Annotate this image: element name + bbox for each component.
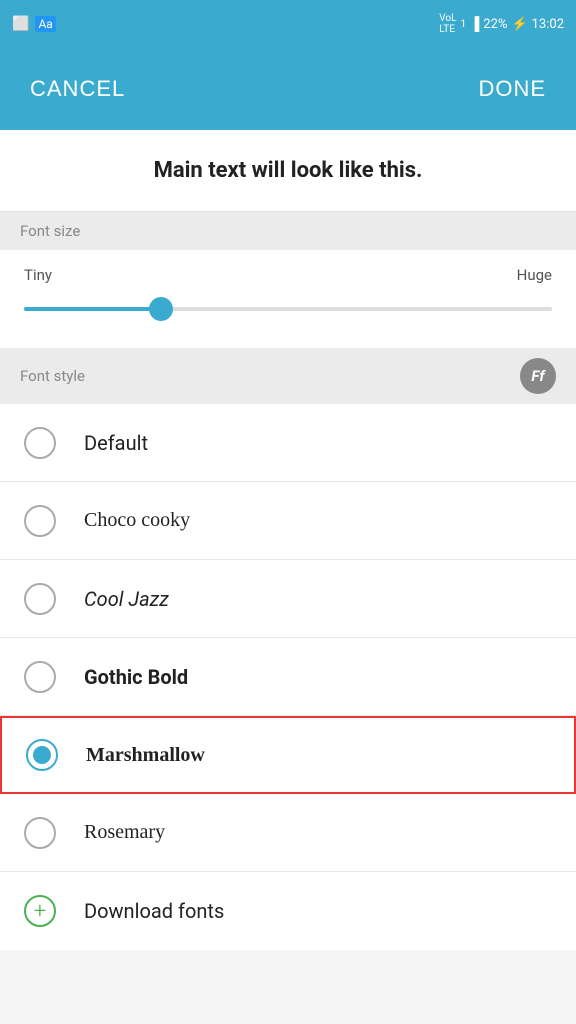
download-fonts-label: Download fonts (84, 899, 224, 923)
font-name-rosemary: Rosemary (84, 821, 165, 844)
lte-icon: 1 (460, 19, 466, 30)
slider-fill (24, 307, 161, 311)
battery-text: 22% (483, 17, 507, 32)
preview-text: Main text will look like this. (154, 158, 423, 183)
radio-inner-marshmallow (33, 746, 51, 764)
font-style-section-header: Font style Ff (0, 348, 576, 404)
action-bar: CANCEL DONE (0, 48, 576, 130)
cancel-button[interactable]: CANCEL (30, 76, 125, 102)
slider-thumb[interactable] (149, 297, 173, 321)
font-name-marshmallow: Marshmallow (86, 744, 205, 767)
font-name-gothic-bold: Gothic Bold (84, 665, 188, 689)
font-size-slider[interactable] (24, 294, 552, 324)
font-style-icon[interactable]: Ff (520, 358, 556, 394)
radio-rosemary[interactable] (24, 817, 56, 849)
font-size-labels: Tiny Huge (24, 266, 552, 284)
font-icon: Aa (35, 16, 55, 32)
font-size-label: Font size (20, 222, 80, 240)
font-item-marshmallow[interactable]: Marshmallow (0, 716, 576, 794)
font-size-section: Tiny Huge (0, 250, 576, 348)
font-item-rosemary[interactable]: Rosemary (0, 794, 576, 872)
font-item-gothic-bold[interactable]: Gothic Bold (0, 638, 576, 716)
download-fonts-item[interactable]: + Download fonts (0, 872, 576, 950)
font-name-default: Default (84, 431, 148, 455)
vol-indicator: VoLLTE (439, 13, 456, 35)
preview-area: Main text will look like this. (0, 130, 576, 212)
font-item-cool-jazz[interactable]: Cool Jazz (0, 560, 576, 638)
radio-marshmallow[interactable] (26, 739, 58, 771)
font-item-choco-cooky[interactable]: Choco cooky (0, 482, 576, 560)
done-button[interactable]: DONE (478, 76, 546, 102)
font-size-max-label: Huge (517, 266, 552, 284)
font-style-label: Font style (20, 367, 85, 385)
font-size-section-header: Font size (0, 212, 576, 250)
font-size-min-label: Tiny (24, 266, 52, 284)
slider-track (24, 307, 552, 311)
font-name-cool-jazz: Cool Jazz (84, 587, 169, 611)
screenshot-icon: ⬜ (12, 16, 29, 32)
status-bar: ⬜ Aa VoLLTE 1 ▐ 22% ⚡ 13:02 (0, 0, 576, 48)
radio-choco-cooky[interactable] (24, 505, 56, 537)
time-display: 13:02 (532, 17, 564, 32)
radio-cool-jazz[interactable] (24, 583, 56, 615)
status-bar-right: VoLLTE 1 ▐ 22% ⚡ 13:02 (439, 13, 564, 35)
status-bar-left: ⬜ Aa (12, 16, 56, 32)
font-style-list: Default Choco cooky Cool Jazz Gothic Bol… (0, 404, 576, 872)
font-name-choco-cooky: Choco cooky (84, 509, 190, 532)
radio-default[interactable] (24, 427, 56, 459)
signal-icon: ▐ (470, 16, 479, 32)
battery-icon: ⚡ (511, 17, 527, 32)
download-fonts-icon: + (24, 895, 56, 927)
font-item-default[interactable]: Default (0, 404, 576, 482)
radio-gothic-bold[interactable] (24, 661, 56, 693)
